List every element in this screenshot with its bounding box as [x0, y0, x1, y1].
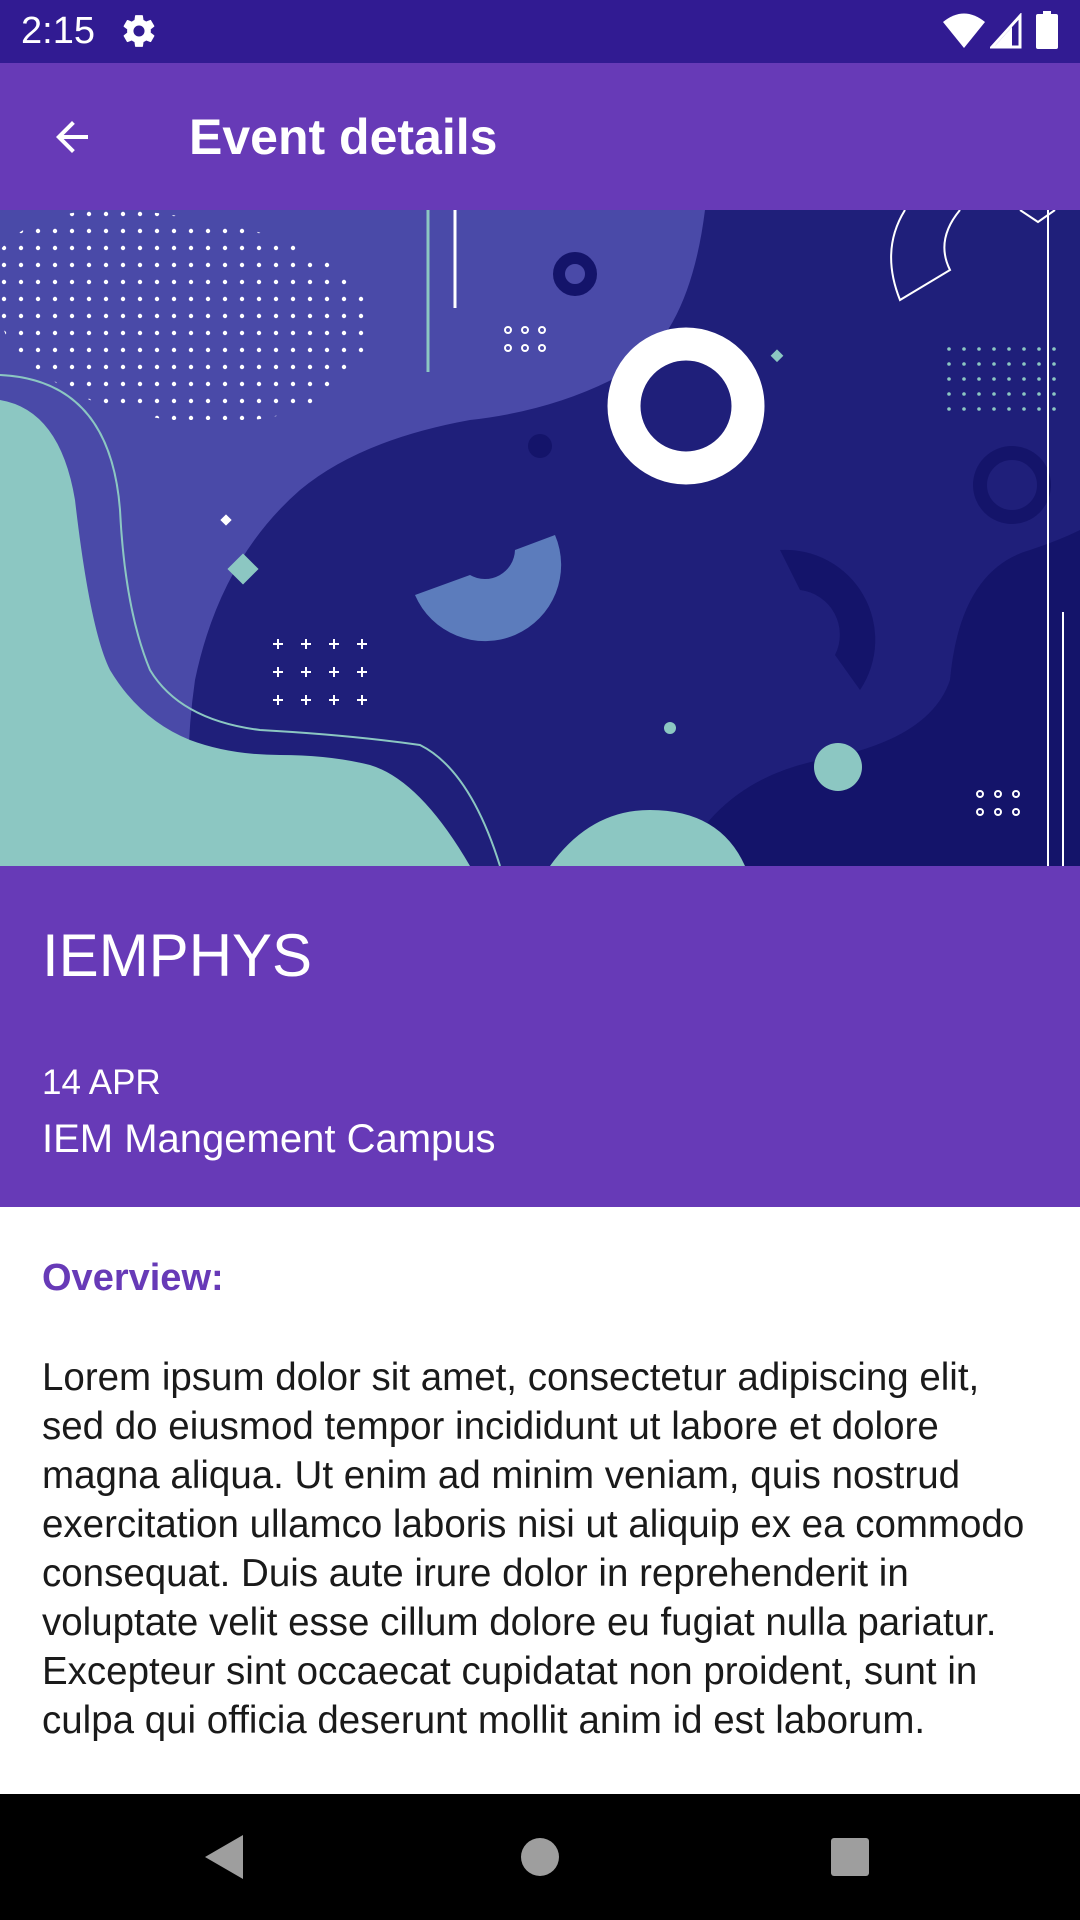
event-banner-image [0, 210, 1080, 866]
status-bar: 2:15 [0, 0, 1080, 63]
event-header: IEMPHYS 14 APR IEM Mangement Campus [0, 866, 1080, 1207]
system-navigation-bar [0, 1794, 1080, 1920]
overview-label: Overview: [42, 1257, 224, 1299]
battery-icon [1036, 11, 1058, 49]
event-name: IEMPHYS [42, 922, 313, 989]
overview-text: Lorem ipsum dolor sit amet, consectetur … [42, 1356, 1025, 1742]
home-circle-icon [521, 1838, 559, 1876]
event-venue: IEM Mangement Campus [42, 1117, 496, 1161]
recents-square-icon [831, 1838, 869, 1876]
back-triangle-icon [205, 1835, 243, 1879]
nav-back-button[interactable] [185, 1817, 265, 1897]
event-overview-section: Overview: Lorem ipsum dolor sit amet, co… [0, 1207, 1080, 1794]
wifi-icon [943, 13, 985, 49]
page-title: Event details [189, 109, 498, 165]
status-time: 2:15 [21, 10, 95, 52]
gear-icon [120, 12, 158, 50]
nav-home-button[interactable] [500, 1817, 580, 1897]
event-date: 14 APR [42, 1063, 161, 1102]
arrow-back-icon [56, 121, 88, 153]
signal-icon [988, 12, 1022, 49]
app-bar: Event details [0, 63, 1080, 210]
nav-recents-button[interactable] [810, 1817, 890, 1897]
back-button[interactable] [36, 101, 108, 173]
